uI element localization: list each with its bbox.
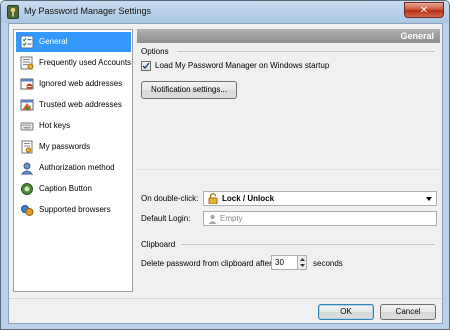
double-click-value: Lock / Unlock: [222, 194, 275, 203]
cancel-button[interactable]: Cancel: [380, 304, 436, 320]
title-bar[interactable]: My Password Manager Settings ✕: [1, 1, 449, 23]
sidebar-item-my-passwords[interactable]: My passwords: [16, 137, 131, 157]
keyboard-icon: [20, 119, 34, 133]
notification-settings-button-label: Notification settings...: [150, 85, 228, 94]
footer-divider: [9, 298, 442, 299]
password-manager-app-icon: [7, 5, 19, 19]
passwords-icon: [20, 140, 34, 154]
accounts-icon: [20, 56, 34, 70]
sidebar-item-label: My passwords: [39, 142, 91, 151]
sidebar-item-trusted-web-addresses[interactable]: Trusted web addresses: [16, 95, 131, 115]
sidebar-item-supported-browsers[interactable]: Supported browsers: [16, 200, 131, 220]
section-header: General: [137, 29, 440, 43]
sidebar-item-label: Trusted web addresses: [39, 100, 122, 109]
ok-button-label: OK: [340, 307, 352, 316]
clipboard-divider: [181, 244, 435, 245]
sidebar-item-label: General: [39, 37, 68, 46]
sidebar-item-general[interactable]: General: [16, 32, 131, 52]
trusted-addresses-icon: [20, 98, 34, 112]
sidebar-item-caption-button[interactable]: Caption Button: [16, 179, 131, 199]
sidebar-item-label: Supported browsers: [39, 205, 111, 214]
padlock-icon: [208, 193, 218, 205]
options-divider: [177, 51, 435, 52]
delete-clipboard-label: Delete password from clipboard after: [141, 259, 272, 268]
sidebar-item-authorization-method[interactable]: Authorization method: [16, 158, 131, 178]
sidebar-item-label: Frequently used Accounts: [39, 58, 132, 67]
spinner-buttons[interactable]: [297, 256, 306, 269]
default-login-field[interactable]: Empty: [203, 211, 437, 226]
seconds-unit-label: seconds: [313, 259, 343, 268]
caption-button-icon: [20, 182, 34, 196]
sidebar-item-label: Hot keys: [39, 121, 71, 130]
settings-window: My Password Manager Settings ✕ General F…: [0, 0, 450, 330]
default-login-label: Default Login:: [141, 214, 191, 223]
cancel-button-label: Cancel: [395, 307, 421, 316]
startup-checkbox[interactable]: [141, 61, 151, 71]
section-header-title: General: [400, 31, 434, 41]
double-click-dropdown[interactable]: Lock / Unlock: [203, 191, 437, 206]
chevron-down-icon: [426, 197, 432, 201]
spinner-arrows-icon: [300, 258, 305, 267]
ok-button[interactable]: OK: [318, 304, 374, 320]
sidebar: General Frequently used Accounts Ignored…: [13, 29, 133, 292]
close-button[interactable]: ✕: [404, 2, 444, 18]
general-settings-icon: [20, 35, 34, 49]
authorization-icon: [20, 161, 34, 175]
settings-panel: General Options Load My Password Manager…: [137, 29, 440, 292]
browsers-icon: [20, 203, 34, 217]
seconds-value: 30: [275, 258, 284, 267]
notification-settings-button[interactable]: Notification settings...: [141, 81, 237, 99]
client-area: General Frequently used Accounts Ignored…: [8, 23, 443, 324]
ignored-addresses-icon: [20, 77, 34, 91]
sidebar-item-label: Ignored web addresses: [39, 79, 123, 88]
user-icon: [208, 214, 217, 224]
sidebar-item-hot-keys[interactable]: Hot keys: [16, 116, 131, 136]
close-icon: ✕: [419, 5, 429, 16]
window-title: My Password Manager Settings: [24, 6, 152, 16]
startup-checkbox-label[interactable]: Load My Password Manager on Windows star…: [155, 61, 329, 70]
sidebar-item-label: Caption Button: [39, 184, 92, 193]
content-divider: [137, 169, 440, 170]
double-click-label: On double-click:: [141, 194, 199, 203]
options-section-label: Options: [141, 47, 169, 56]
sidebar-item-label: Authorization method: [39, 163, 115, 172]
seconds-spinner[interactable]: 30: [271, 255, 307, 270]
default-login-placeholder: Empty: [220, 214, 243, 223]
sidebar-item-frequently-used-accounts[interactable]: Frequently used Accounts: [16, 53, 131, 73]
checkmark-icon: [142, 62, 150, 70]
clipboard-section-label: Clipboard: [141, 240, 176, 249]
sidebar-item-ignored-web-addresses[interactable]: Ignored web addresses: [16, 74, 131, 94]
